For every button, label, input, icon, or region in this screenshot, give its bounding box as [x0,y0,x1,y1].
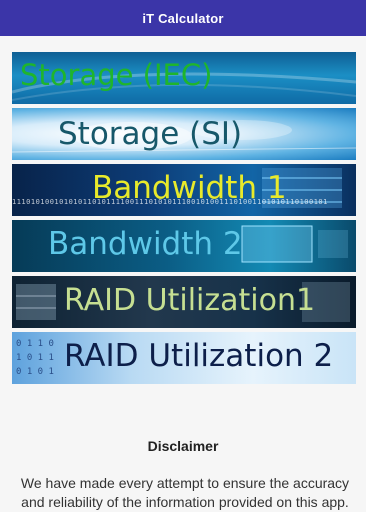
menu-item-label: RAID Utilization 2 [64,338,334,374]
disclaimer-title: Disclaimer [147,438,219,454]
disclaimer-text: We have made every attempt to ensure the… [20,475,350,510]
menu-item-label: Bandwidth 1 [92,170,287,206]
menu-item-label: Storage (IEC) [20,58,213,92]
menu-item-raid-utilization-2[interactable]: 0 1 1 0 1 0 1 1 0 1 0 1 RAID Utilization… [12,332,356,384]
menu-item-storage-si[interactable]: Storage (SI) [12,108,356,160]
menu-item-label: Storage (SI) [58,116,243,152]
svg-text:0 1 1 0: 0 1 1 0 [16,339,54,349]
menu-item-label: Bandwidth 2 [48,226,243,262]
menu-item-bandwidth-2[interactable]: Bandwidth 2 [12,220,356,272]
calculator-menu: Storage (IEC) Storage (SI) 1110101001010… [12,52,356,388]
svg-text:0 1 0 1: 0 1 0 1 [16,367,54,377]
menu-item-bandwidth-1[interactable]: 1110101001010101101011110011101010111001… [12,164,356,216]
menu-item-label: RAID Utilization1 [64,283,316,318]
menu-item-storage-iec[interactable]: Storage (IEC) [12,52,356,104]
menu-item-raid-utilization-1[interactable]: RAID Utilization1 [12,276,356,328]
app-title: iT Calculator [142,10,224,26]
app-bar: iT Calculator [0,0,366,36]
svg-text:1 0 1 1: 1 0 1 1 [16,353,54,363]
